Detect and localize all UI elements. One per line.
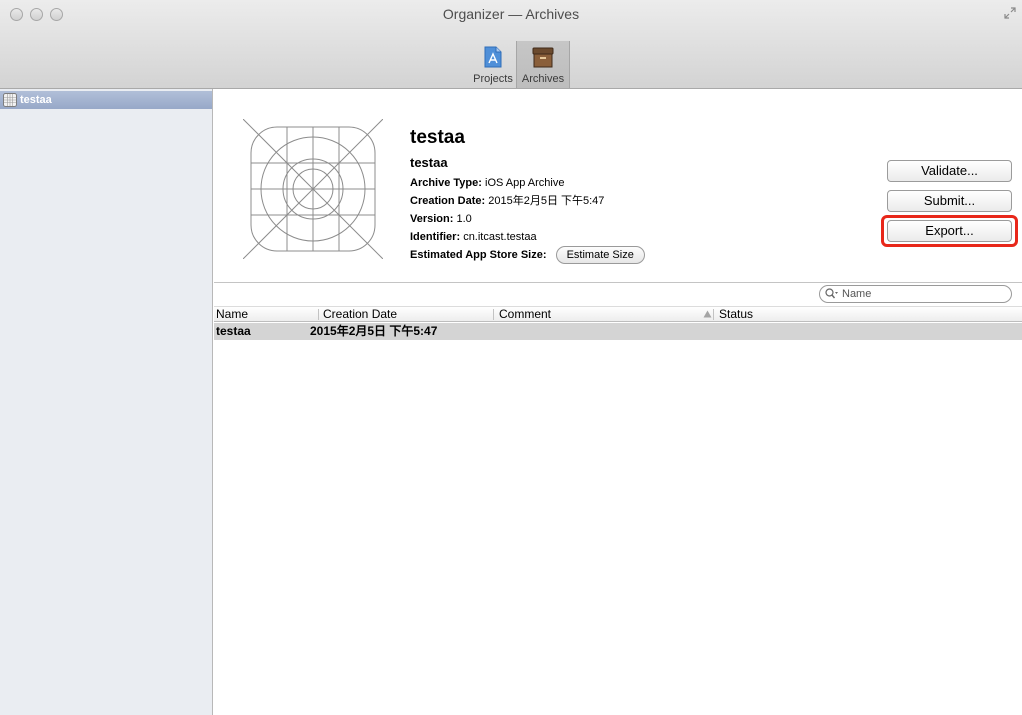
table-divider (214, 282, 1022, 283)
toolbar-archives-tab[interactable]: Archives (516, 41, 570, 88)
column-header-comment[interactable]: Comment (499, 307, 551, 322)
title-bar: Organizer — Archives Projects Archives (0, 0, 1022, 89)
table-row[interactable]: testaa 2015年2月5日 下午5:47 (214, 323, 1022, 340)
version-row: Version: 1.0 (410, 210, 645, 228)
row-creation-date: 2015年2月5日 下午5:47 (310, 324, 438, 338)
column-separator (318, 309, 319, 320)
creation-date-value: 2015年2月5日 下午5:47 (488, 195, 605, 207)
search-icon (825, 288, 838, 299)
archive-info: testaa testaa Archive Type: iOS App Arch… (410, 127, 645, 265)
column-header-creation-date[interactable]: Creation Date (323, 307, 397, 322)
archive-product: testaa (410, 155, 448, 170)
column-separator (493, 309, 494, 320)
archive-type-label: Archive Type: (410, 177, 482, 189)
estimated-size-label: Estimated App Store Size: (410, 249, 547, 261)
sidebar: testaa (0, 89, 213, 715)
search-input[interactable]: Name (819, 285, 1012, 303)
toolbar-projects-tab[interactable]: Projects (470, 41, 516, 87)
projects-icon (484, 46, 502, 68)
projects-label: Projects (473, 73, 513, 85)
fullscreen-icon[interactable] (1004, 7, 1016, 19)
archive-detail-pane: testaa testaa Archive Type: iOS App Arch… (214, 89, 1022, 715)
app-grid-icon (3, 93, 17, 107)
archive-name: testaa (410, 127, 465, 148)
archive-type-row: Archive Type: iOS App Archive (410, 174, 645, 192)
app-icon-placeholder (243, 119, 383, 259)
validate-button[interactable]: Validate... (887, 160, 1012, 182)
identifier-value: cn.itcast.testaa (463, 231, 537, 243)
version-value: 1.0 (456, 213, 472, 225)
sidebar-item-testaa[interactable]: testaa (0, 91, 212, 109)
creation-date-row: Creation Date: 2015年2月5日 下午5:47 (410, 192, 645, 210)
column-separator (713, 309, 714, 320)
archives-label: Archives (521, 73, 565, 85)
estimate-size-button[interactable]: Estimate Size (555, 246, 645, 265)
column-header-status[interactable]: Status (719, 307, 753, 322)
archive-type-value: iOS App Archive (485, 177, 565, 189)
version-label: Version: (410, 213, 454, 225)
submit-button[interactable]: Submit... (887, 190, 1012, 212)
window-title: Organizer — Archives (442, 6, 580, 22)
archives-icon (532, 47, 554, 68)
identifier-row: Identifier: cn.itcast.testaa (410, 228, 645, 246)
identifier-label: Identifier: (410, 231, 461, 243)
organizer-window: Organizer — Archives Projects Archives t… (0, 0, 1022, 715)
sort-ascending-icon (703, 310, 712, 318)
search-placeholder: Name (842, 288, 872, 300)
column-header-name[interactable]: Name (216, 307, 248, 322)
estimated-size-row: Estimated App Store Size: Estimate Size (410, 246, 645, 265)
creation-date-label: Creation Date: (410, 195, 486, 207)
row-name: testaa (216, 324, 251, 338)
export-button[interactable]: Export... (887, 220, 1012, 242)
sidebar-item-label: testaa (20, 94, 52, 106)
